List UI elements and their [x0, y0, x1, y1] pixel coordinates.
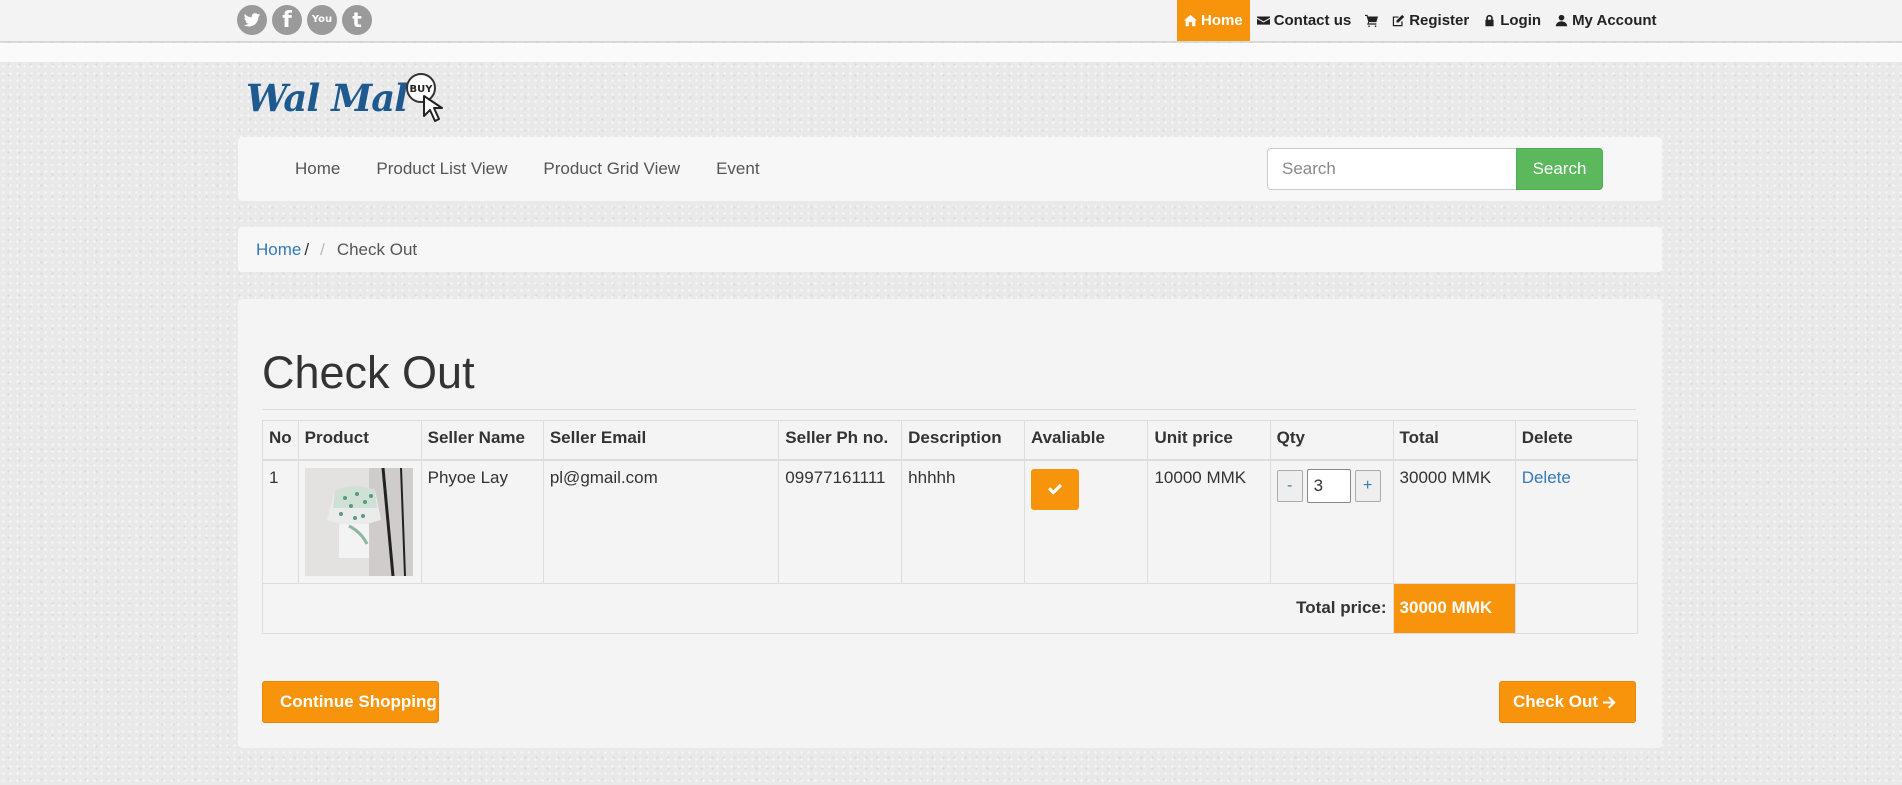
- cell-unit-price: 10000 MMK: [1147, 459, 1271, 584]
- search-input[interactable]: [1267, 148, 1517, 190]
- top-bar: f You t Home Contact us Register Login M…: [0, 0, 1902, 42]
- arrow-right-icon: [1602, 695, 1616, 709]
- cell-seller-email: pl@gmail.com: [542, 459, 780, 584]
- tumblr-icon[interactable]: t: [342, 5, 372, 35]
- total-price-value: 30000 MMK: [1392, 582, 1516, 634]
- check-icon: [1047, 483, 1062, 495]
- total-row-empty-cell: [1514, 582, 1639, 634]
- header-seller-phone: Seller Ph no.: [778, 420, 903, 461]
- buy-hand-icon: BUY: [406, 73, 443, 122]
- envelope-icon: [1256, 16, 1270, 25]
- top-account-label: My Account: [1572, 12, 1657, 29]
- continue-shopping-label: Continue Shopping: [280, 692, 437, 711]
- available-check-button[interactable]: [1030, 468, 1079, 510]
- cell-qty: - +: [1269, 459, 1394, 584]
- product-image[interactable]: [304, 467, 413, 576]
- top-login-link[interactable]: Login: [1476, 0, 1548, 41]
- user-icon: [1555, 14, 1568, 27]
- checkout-button[interactable]: Check Out: [1499, 681, 1636, 723]
- header-qty: Qty: [1269, 420, 1394, 461]
- lock-icon: [1485, 14, 1494, 27]
- breadcrumb-home[interactable]: Home: [256, 240, 301, 260]
- checkout-panel: Check Out No Product Seller Name Seller …: [238, 299, 1662, 748]
- header-available: Avaliable: [1023, 420, 1149, 461]
- cell-total: 30000 MMK: [1392, 459, 1516, 584]
- top-contact-label: Contact us: [1273, 12, 1352, 29]
- cart-icon: [1365, 14, 1379, 27]
- qty-decrease-button[interactable]: -: [1276, 469, 1303, 502]
- header-seller-email: Seller Email: [542, 420, 780, 461]
- total-price-label: Total price:: [262, 582, 1394, 634]
- header-delete: Delete: [1514, 420, 1639, 461]
- nav-links: Home Product List View Product Grid View…: [277, 137, 778, 201]
- top-home-link[interactable]: Home: [1177, 0, 1250, 41]
- youtube-glyph: You: [311, 14, 333, 25]
- breadcrumb: Home / / Check Out: [238, 227, 1662, 272]
- top-contact-link[interactable]: Contact us: [1250, 0, 1359, 41]
- qty-increase-button[interactable]: +: [1354, 469, 1381, 502]
- header-seller-name: Seller Name: [420, 420, 544, 461]
- cell-description: hhhhh: [901, 459, 1025, 584]
- tumblr-glyph: t: [352, 8, 362, 32]
- cell-seller-phone: 09977161111: [778, 459, 903, 584]
- facebook-glyph: f: [282, 7, 292, 33]
- cell-available: [1023, 459, 1149, 584]
- cell-seller-name: Phyoe Lay: [420, 459, 544, 584]
- top-login-label: Login: [1500, 12, 1542, 29]
- nav-product-grid-view[interactable]: Product Grid View: [525, 159, 698, 179]
- cell-product: [297, 459, 422, 584]
- header-total: Total: [1392, 420, 1516, 461]
- breadcrumb-separator: /: [304, 239, 310, 259]
- table-row: 1 Phyoe Lay pl@gmail.com 09977161111 hhh…: [262, 459, 1639, 584]
- header-product: Product: [297, 420, 422, 461]
- main-navbar: Home Product List View Product Grid View…: [238, 137, 1662, 201]
- search-button[interactable]: Search: [1516, 148, 1603, 190]
- top-register-label: Register: [1409, 12, 1470, 29]
- title-divider: [262, 409, 1636, 410]
- logo-badge: BUY: [410, 84, 434, 95]
- social-links: f You t: [237, 5, 372, 35]
- header-description: Description: [901, 420, 1025, 461]
- continue-shopping-button[interactable]: Continue Shopping: [262, 681, 439, 723]
- breadcrumb-current: Check Out: [336, 239, 418, 259]
- header-no: No: [262, 420, 299, 461]
- top-register-link[interactable]: Register: [1385, 0, 1476, 41]
- home-icon: [1184, 14, 1197, 27]
- top-links: Home Contact us Register Login My Accoun…: [1177, 0, 1664, 41]
- page-title: Check Out: [262, 347, 475, 398]
- header-unit-price: Unit price: [1147, 420, 1271, 461]
- qty-input[interactable]: [1306, 468, 1351, 503]
- top-cart-link[interactable]: [1358, 0, 1385, 41]
- total-row: Total price: 30000 MMK: [262, 582, 1639, 634]
- cart-table: No Product Seller Name Seller Email Sell…: [262, 420, 1639, 634]
- nav-product-list-view[interactable]: Product List View: [358, 159, 525, 179]
- nav-event[interactable]: Event: [698, 159, 777, 179]
- sub-bar: [0, 43, 1902, 62]
- twitter-icon[interactable]: [237, 5, 267, 35]
- table-header-row: No Product Seller Name Seller Email Sell…: [262, 420, 1639, 461]
- logo-text: Wal Mal: [246, 76, 408, 120]
- checkout-label: Check Out: [1513, 692, 1599, 711]
- quantity-stepper: - +: [1276, 468, 1387, 503]
- top-home-label: Home: [1201, 12, 1243, 29]
- facebook-icon[interactable]: f: [272, 5, 302, 35]
- edit-icon: [1393, 14, 1405, 27]
- cell-delete: Delete: [1514, 459, 1639, 584]
- delete-link[interactable]: Delete: [1522, 468, 1571, 487]
- breadcrumb-divider: /: [320, 239, 325, 259]
- cell-no: 1: [262, 459, 299, 584]
- youtube-icon[interactable]: You: [307, 5, 337, 35]
- top-account-link[interactable]: My Account: [1548, 0, 1663, 41]
- site-logo[interactable]: Wal Mal BUY: [244, 70, 449, 126]
- nav-home[interactable]: Home: [277, 159, 358, 179]
